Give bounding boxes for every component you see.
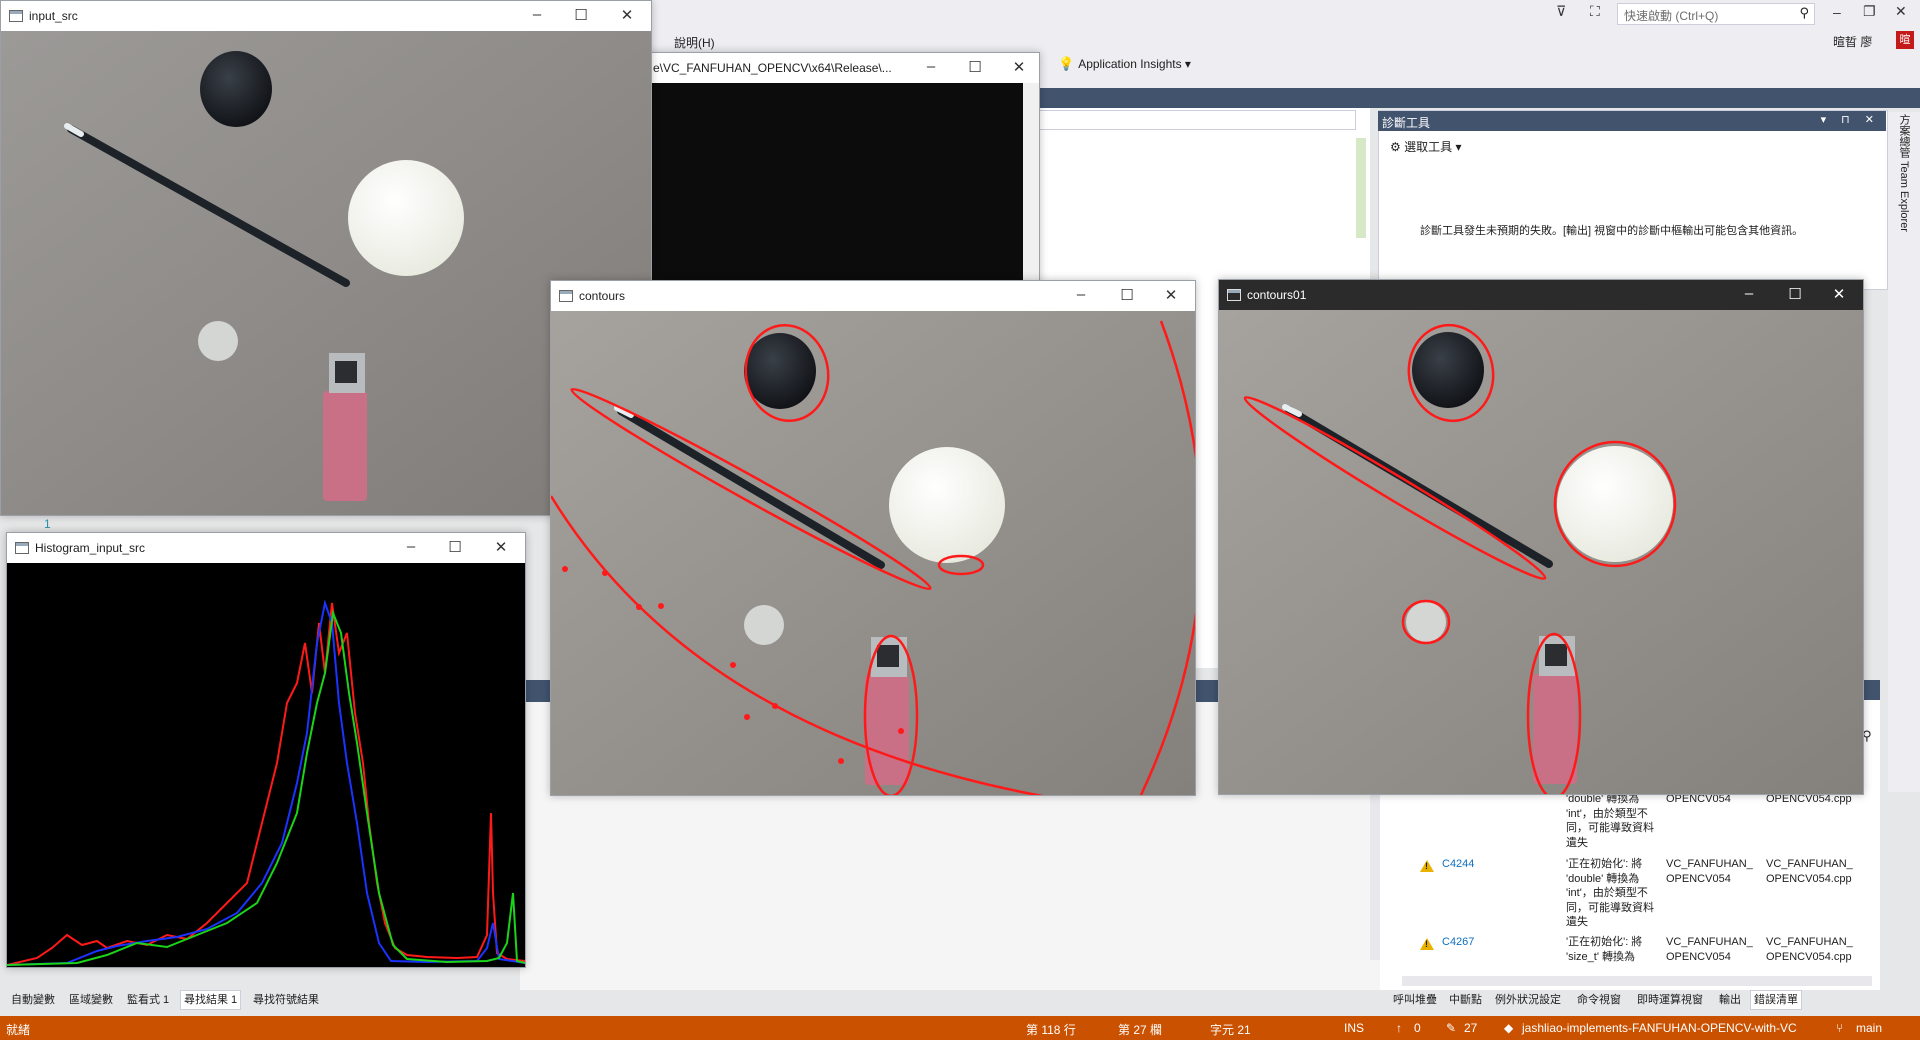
- tab-call-stack[interactable]: 呼叫堆疊: [1390, 991, 1440, 1009]
- lightbulb-icon: 💡: [1058, 56, 1075, 71]
- maximize-icon[interactable]: ☐: [445, 538, 465, 556]
- tab-error-list[interactable]: 錯誤清單: [1750, 990, 1802, 1010]
- git-branch-icon: ⑂: [1836, 1021, 1844, 1035]
- tab-find-symbol-results[interactable]: 尋找符號結果: [250, 991, 322, 1009]
- console-output: [649, 83, 1023, 285]
- contours-title-bar[interactable]: contours – ☐ ✕: [551, 281, 1195, 311]
- maximize-icon[interactable]: ❐: [1863, 3, 1876, 20]
- maximize-icon[interactable]: ☐: [1785, 285, 1805, 303]
- tab-watch-1[interactable]: 監看式 1: [124, 991, 172, 1009]
- maximize-icon[interactable]: ☐: [571, 6, 591, 24]
- minimize-icon[interactable]: –: [1739, 285, 1759, 302]
- pencil-icon[interactable]: ✎: [1446, 1021, 1456, 1035]
- status-column: 第 27 欄: [1118, 1023, 1163, 1037]
- up-arrow-icon[interactable]: ↑: [1396, 1021, 1402, 1035]
- tab-breakpoints[interactable]: 中斷點: [1446, 991, 1485, 1009]
- application-insights-button[interactable]: 💡 Application Insights ▾: [1058, 56, 1191, 72]
- minimize-icon[interactable]: –: [401, 538, 421, 555]
- status-changes[interactable]: 27: [1464, 1021, 1477, 1035]
- warning-icon: [1420, 938, 1434, 950]
- tab-command-window[interactable]: 命令視窗: [1574, 991, 1624, 1009]
- error-file-2: VC_FANFUHAN_ OPENCV054.cpp: [1766, 936, 1853, 963]
- maximize-icon[interactable]: ☐: [1117, 286, 1137, 304]
- tab-immediate-window[interactable]: 即時運算視窗: [1634, 991, 1706, 1009]
- status-branch[interactable]: main: [1856, 1021, 1882, 1035]
- tab-exception-settings[interactable]: 例外狀況設定: [1492, 991, 1564, 1009]
- gear-icon: ⚙: [1390, 140, 1401, 154]
- error-file-1: VC_FANFUHAN_ OPENCV054.cpp: [1766, 858, 1853, 885]
- minimize-icon[interactable]: –: [527, 6, 547, 23]
- quick-launch-input[interactable]: 快速啟動 (Ctrl+Q) ⚲: [1617, 3, 1815, 25]
- error-code-1[interactable]: C4244: [1442, 858, 1474, 870]
- histogram-window[interactable]: Histogram_input_src – ☐ ✕: [6, 532, 526, 968]
- diagnostic-tools-panel: [1378, 110, 1888, 290]
- console-window[interactable]: e\VC_FANFUHAN_OPENCV\x64\Release\... – ☐…: [648, 52, 1040, 286]
- contours01-image: [1219, 310, 1863, 794]
- contours01-window[interactable]: contours01 – ☐ ✕: [1218, 279, 1864, 795]
- filter-icon[interactable]: ⊽: [1556, 3, 1566, 20]
- input-src-title-bar[interactable]: input_src – ☐ ✕: [1, 1, 651, 31]
- error-desc-1[interactable]: '正在初始化': 將'double' 轉換為'int'，由於類型不 同，可能導致資…: [1566, 857, 1654, 930]
- person-icon[interactable]: ⛶: [1590, 3, 1600, 20]
- histogram-title-bar[interactable]: Histogram_input_src – ☐ ✕: [7, 533, 525, 563]
- minimize-icon[interactable]: –: [1071, 286, 1091, 303]
- contours-window[interactable]: contours – ☐ ✕: [550, 280, 1196, 796]
- status-char: 字元 21: [1210, 1023, 1251, 1037]
- histogram-plot: [7, 563, 525, 967]
- maximize-icon[interactable]: ☐: [965, 58, 985, 76]
- tab-autos[interactable]: 自動變數: [8, 991, 58, 1009]
- status-unpushed[interactable]: 0: [1414, 1021, 1421, 1035]
- warning-icon: [1420, 860, 1434, 872]
- menu-help[interactable]: 說明(H): [674, 34, 715, 51]
- app-icon: [1227, 289, 1241, 301]
- error-desc-0[interactable]: 'double' 轉換為'int'，由於類型不 同，可能導致資料 遺失: [1566, 792, 1654, 850]
- side-tab-solution-explorer[interactable]: 方案總管 Team Explorer: [1888, 112, 1920, 792]
- error-project-1: VC_FANFUHAN_ OPENCV054: [1666, 858, 1753, 885]
- error-desc-2[interactable]: '正在初始化': 將'size_t' 轉換為: [1566, 935, 1642, 964]
- close-icon[interactable]: ✕: [1829, 285, 1849, 303]
- status-line: 第 118 行: [1026, 1023, 1076, 1037]
- close-icon[interactable]: ✕: [617, 6, 637, 24]
- close-icon[interactable]: ✕: [1161, 286, 1181, 304]
- minimize-icon[interactable]: –: [1833, 4, 1841, 20]
- app-icon: [15, 542, 29, 554]
- status-bar: 就緒 第 118 行 第 27 欄 字元 21 INS ↑ 0 ✎ 27 ◆ j…: [0, 1016, 1920, 1040]
- error-code-2[interactable]: C4267: [1442, 936, 1474, 948]
- minimize-icon[interactable]: –: [921, 58, 941, 75]
- tab-output[interactable]: 輸出: [1716, 991, 1744, 1009]
- console-scrollbar[interactable]: [1023, 83, 1039, 285]
- tab-locals[interactable]: 區域變數: [66, 991, 116, 1009]
- contours-image: [551, 311, 1195, 795]
- user-avatar[interactable]: 暄: [1896, 31, 1914, 49]
- close-icon[interactable]: ✕: [1895, 3, 1907, 20]
- git-repo-icon: ◆: [1504, 1021, 1514, 1035]
- error-project-2: VC_FANFUHAN_ OPENCV054: [1666, 936, 1753, 963]
- diagnostic-tools-header: 診斷工具 ▾ ⊓ ✕: [1378, 111, 1886, 131]
- contours01-title-bar[interactable]: contours01 – ☐ ✕: [1219, 280, 1863, 310]
- user-name[interactable]: 暄晢 廖: [1833, 33, 1872, 50]
- line-number: 1: [44, 517, 51, 531]
- status-repo[interactable]: jashliao-implements-FANFUHAN-OPENCV-with…: [1522, 1021, 1797, 1035]
- close-icon[interactable]: ✕: [1009, 58, 1029, 76]
- close-icon[interactable]: ✕: [491, 538, 511, 556]
- tab-find-results-1[interactable]: 尋找結果 1: [180, 990, 242, 1010]
- select-tools-dropdown[interactable]: ⚙ 選取工具 ▾: [1390, 138, 1461, 155]
- status-ready: 就緒: [6, 1023, 31, 1037]
- diagnostic-message: 診斷工具發生未預期的失敗。[輸出] 視窗中的診斷中樞輸出可能包含其他資訊。: [1420, 225, 1804, 237]
- search-icon: ⚲: [1799, 5, 1809, 20]
- app-icon: [9, 10, 23, 22]
- console-title-bar[interactable]: e\VC_FANFUHAN_OPENCV\x64\Release\... – ☐…: [649, 53, 1039, 83]
- app-icon: [559, 290, 573, 302]
- horizontal-scrollbar[interactable]: [1402, 976, 1872, 986]
- status-ins: INS: [1344, 1021, 1365, 1035]
